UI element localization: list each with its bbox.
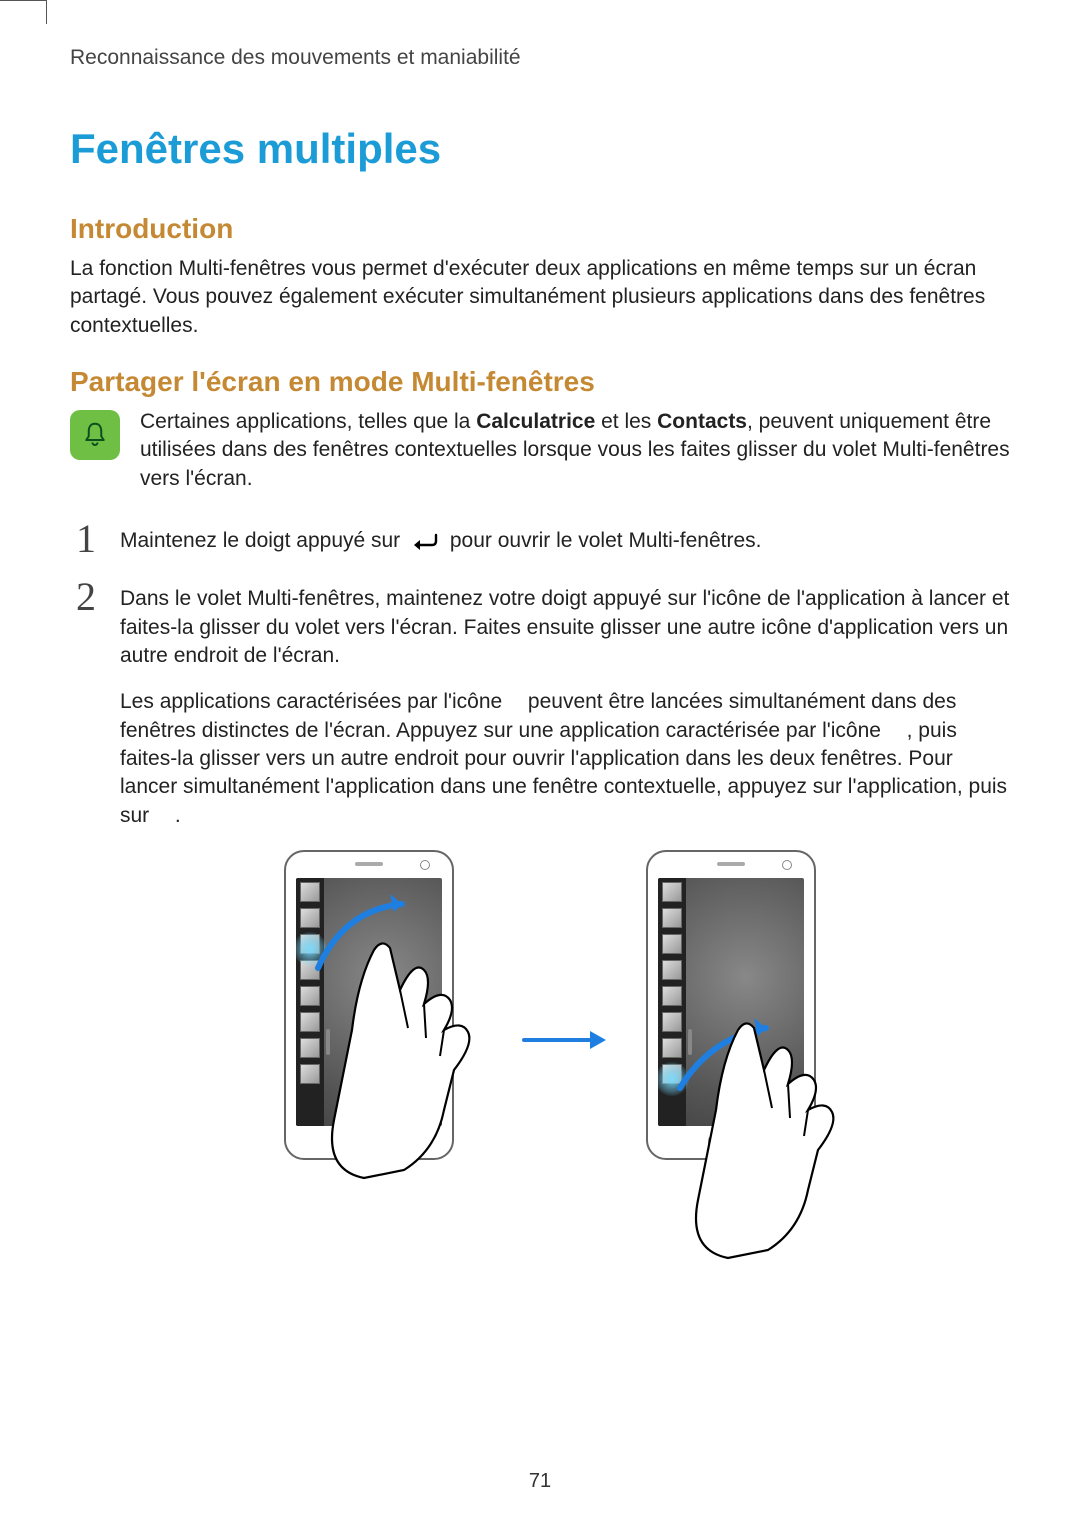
breadcrumb: Reconnaissance des mouvements et maniabi…: [70, 46, 1010, 70]
swipe-arrow-icon: [284, 850, 484, 1230]
step-2-extra: Les applications caractérisées par l'icô…: [120, 688, 1010, 830]
step-1-pre: Maintenez le doigt appuyé sur: [120, 529, 406, 552]
step-1-post: pour ouvrir le volet Multi-fenêtres.: [450, 529, 762, 552]
note-bold-contacts: Contacts: [657, 410, 747, 433]
step-1-number: 1: [70, 519, 102, 559]
gesture-diagram: [120, 850, 1010, 1230]
phone-illustration-1: [284, 850, 484, 1230]
intro-paragraph: La fonction Multi-fenêtres vous permet d…: [70, 255, 1010, 340]
swipe-arrow-icon: [646, 850, 846, 1230]
extra-d: .: [175, 804, 181, 827]
step-1-text: Maintenez le doigt appuyé sur pour ouvri…: [120, 519, 1010, 559]
crop-mark-vertical: [46, 0, 47, 24]
bell-icon: [70, 410, 120, 460]
crop-mark-horizontal: [0, 0, 46, 1]
step-2: 2 Dans le volet Multi-fenêtres, maintene…: [70, 577, 1010, 670]
step-1: 1 Maintenez le doigt appuyé sur pour ouv…: [70, 519, 1010, 559]
section-heading-introduction: Introduction: [70, 213, 1010, 245]
note-pre: Certaines applications, telles que la: [140, 410, 476, 433]
extra-a: Les applications caractérisées par l'icô…: [120, 690, 508, 713]
back-hardware-icon: [410, 531, 440, 559]
phone-illustration-2: [646, 850, 846, 1230]
manual-page: Reconnaissance des mouvements et maniabi…: [0, 0, 1080, 1527]
page-title: Fenêtres multiples: [70, 125, 1010, 173]
page-number: 71: [0, 1470, 1080, 1493]
note-callout: Certaines applications, telles que la Ca…: [70, 408, 1010, 493]
step-2-number: 2: [70, 577, 102, 617]
step-2-text: Dans le volet Multi-fenêtres, maintenez …: [120, 577, 1010, 670]
note-mid: et les: [595, 410, 657, 433]
arrow-right-icon: [520, 1025, 610, 1055]
note-bold-calculatrice: Calculatrice: [476, 410, 595, 433]
section-heading-split: Partager l'écran en mode Multi-fenêtres: [70, 366, 1010, 398]
note-text: Certaines applications, telles que la Ca…: [140, 408, 1010, 493]
